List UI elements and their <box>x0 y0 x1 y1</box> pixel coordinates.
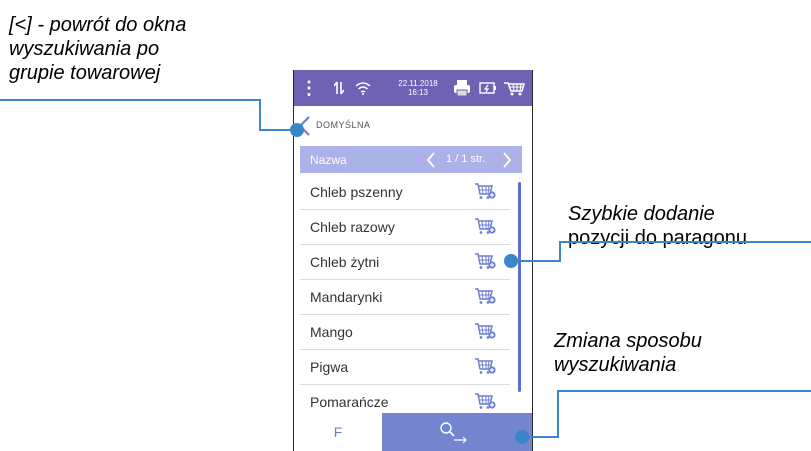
callout-dot-quick-add <box>504 254 518 268</box>
callout-dot-search-mode <box>515 430 529 444</box>
callout-lines <box>0 99 811 444</box>
callout-line-search-mode <box>522 390 811 438</box>
callout-dot-back <box>290 123 304 137</box>
callout-line-back <box>0 99 297 131</box>
callout-line-quick-add <box>511 241 811 262</box>
